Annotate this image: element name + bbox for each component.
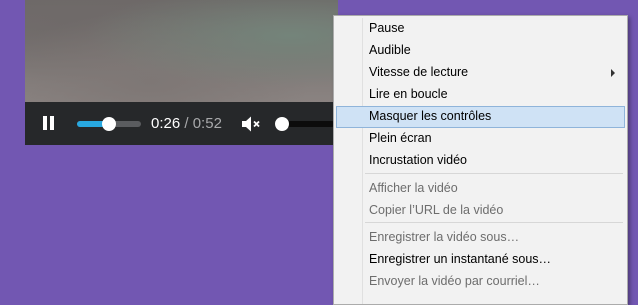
menu-item-view-video: Afficher la vidéo bbox=[336, 178, 625, 200]
volume-thumb[interactable] bbox=[275, 117, 289, 131]
menu-item-label: Afficher la vidéo bbox=[369, 181, 458, 195]
time-separator: / bbox=[180, 115, 193, 132]
menu-item-picture-in-picture[interactable]: Incrustation vidéo bbox=[336, 150, 625, 172]
menu-item-label: Masquer les contrôles bbox=[369, 109, 492, 123]
menu-item-label: Vitesse de lecture bbox=[369, 65, 469, 79]
menu-item-audible[interactable]: Audible bbox=[336, 40, 625, 62]
volume-slider[interactable] bbox=[275, 117, 335, 131]
menu-item-save-snapshot-as[interactable]: Enregistrer un instantané sous… bbox=[336, 249, 625, 271]
pause-icon-bar bbox=[50, 116, 54, 130]
menu-item-label: Pause bbox=[369, 21, 405, 35]
pause-button[interactable] bbox=[41, 116, 55, 132]
duration: 0:52 bbox=[192, 115, 222, 132]
menu-item-label: Copier l’URL de la vidéo bbox=[369, 203, 504, 217]
menu-separator bbox=[365, 222, 623, 223]
menu-item-pause[interactable]: Pause bbox=[336, 18, 625, 40]
menu-item-hide-controls[interactable]: Masquer les contrôles bbox=[336, 106, 625, 128]
menu-item-fullscreen[interactable]: Plein écran bbox=[336, 128, 625, 150]
video-controls-bar: 0:26 / 0:52 bbox=[25, 102, 338, 145]
menu-item-label: Incrustation vidéo bbox=[369, 153, 467, 167]
menu-item-label: Plein écran bbox=[369, 131, 432, 145]
menu-item-label: Enregistrer un instantané sous… bbox=[369, 252, 552, 266]
menu-item-loop[interactable]: Lire en boucle bbox=[336, 84, 625, 106]
menu-item-label: Audible bbox=[369, 43, 411, 57]
video-player[interactable]: 0:26 / 0:52 bbox=[25, 0, 338, 145]
menu-item-playback-speed[interactable]: Vitesse de lecture bbox=[336, 62, 625, 84]
submenu-arrow-icon bbox=[611, 69, 615, 77]
speaker-muted-icon bbox=[242, 116, 260, 132]
progress-thumb[interactable] bbox=[102, 117, 116, 131]
current-time: 0:26 bbox=[151, 115, 181, 132]
menu-separator bbox=[365, 173, 623, 174]
menu-item-email-video: Envoyer la vidéo par courriel… bbox=[336, 271, 625, 293]
context-menu: Pause Audible Vitesse de lecture Lire en bo… bbox=[333, 15, 628, 305]
progress-slider[interactable] bbox=[77, 117, 141, 131]
menu-item-save-video-as: Enregistrer la vidéo sous… bbox=[336, 227, 625, 249]
menu-item-label: Envoyer la vidéo par courriel… bbox=[369, 274, 540, 288]
video-frame[interactable] bbox=[25, 0, 338, 102]
mute-button[interactable] bbox=[241, 115, 263, 133]
time-display: 0:26 / 0:52 bbox=[151, 115, 222, 133]
menu-item-copy-video-url: Copier l’URL de la vidéo bbox=[336, 200, 625, 222]
menu-item-label: Lire en boucle bbox=[369, 87, 448, 101]
pause-icon bbox=[43, 116, 47, 130]
menu-item-label: Enregistrer la vidéo sous… bbox=[369, 230, 520, 244]
